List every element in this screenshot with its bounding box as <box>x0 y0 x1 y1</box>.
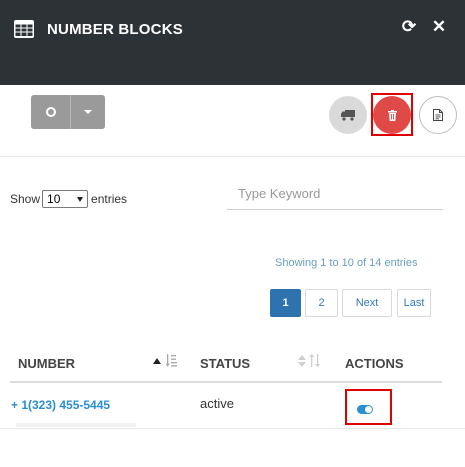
table-header-divider <box>10 381 442 383</box>
page-1-button[interactable]: 1 <box>270 289 301 317</box>
document-button[interactable] <box>419 96 457 134</box>
column-header-actions: ACTIONS <box>345 356 404 371</box>
next-page-button[interactable]: Next <box>342 289 392 317</box>
chevron-down-icon <box>77 196 84 202</box>
page-size-control: Show 10 entries <box>10 190 127 208</box>
search-input[interactable]: Type Keyword <box>227 180 443 210</box>
split-button-main[interactable] <box>31 95 71 129</box>
table-info: Showing 1 to 10 of 14 entries <box>275 257 418 269</box>
trash-icon <box>387 109 397 121</box>
split-button-dropdown[interactable] <box>71 95 105 129</box>
chevron-down-icon <box>84 110 92 114</box>
delete-button[interactable] <box>373 96 411 134</box>
document-icon <box>433 109 443 121</box>
number-link[interactable]: + 1(323) 455-5445 <box>11 398 110 412</box>
sort-list-icon <box>166 354 177 367</box>
circle-icon <box>45 107 56 117</box>
sort-both-icon <box>298 354 306 367</box>
entries-label: entries <box>91 192 128 206</box>
status-text: active <box>200 396 234 411</box>
search-placeholder: Type Keyword <box>238 186 321 201</box>
sort-arrows-icon <box>309 354 321 367</box>
toolbar <box>0 85 465 157</box>
truck-icon <box>341 109 355 121</box>
row-divider <box>16 423 136 427</box>
sort-control-number[interactable] <box>153 354 178 367</box>
panel-bottom-edge <box>0 428 465 429</box>
panel-header: NUMBER BLOCKS ⟳ ✕ <box>0 0 465 85</box>
close-icon[interactable]: ✕ <box>430 18 448 36</box>
title-group: NUMBER BLOCKS <box>14 20 183 38</box>
transfer-button[interactable] <box>329 96 367 134</box>
table-grid-icon <box>14 20 34 38</box>
column-header-status[interactable]: STATUS <box>200 356 250 371</box>
page-title: NUMBER BLOCKS <box>47 20 183 38</box>
column-header-number[interactable]: NUMBER <box>18 356 75 371</box>
split-button <box>31 95 105 129</box>
show-label: Show <box>10 192 41 206</box>
last-page-button[interactable]: Last <box>397 289 431 317</box>
page-size-select[interactable]: 10 <box>42 190 89 208</box>
page-size-value: 10 <box>47 192 61 206</box>
sort-control-status[interactable] <box>298 354 321 367</box>
toggle-icon[interactable] <box>357 405 373 414</box>
refresh-icon[interactable]: ⟳ <box>400 18 418 36</box>
page-2-button[interactable]: 2 <box>305 289 338 317</box>
sort-up-icon <box>153 357 161 364</box>
toggle-knob <box>365 406 372 413</box>
